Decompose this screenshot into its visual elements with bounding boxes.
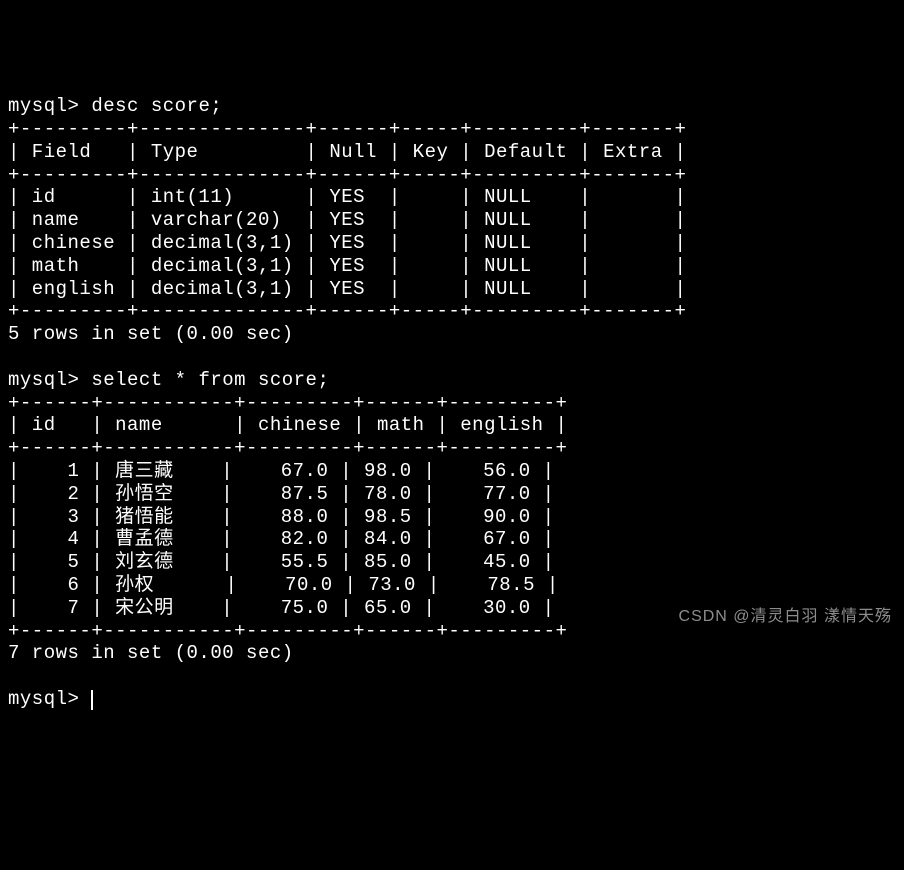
select-row: | 4 | 曹孟德 | 82.0 | 84.0 | 67.0 |	[8, 528, 554, 550]
mysql-prompt: mysql>	[8, 95, 79, 117]
select-header: | id | name | chinese | math | english |	[8, 414, 567, 436]
desc-row: | math | decimal(3,1) | YES | | NULL | |	[8, 255, 686, 277]
select-row: | 3 | 猪悟能 | 88.0 | 98.5 | 90.0 |	[8, 506, 554, 528]
desc-row: | english | decimal(3,1) | YES | | NULL …	[8, 278, 686, 300]
command-select: select * from score;	[91, 369, 329, 391]
mysql-prompt: mysql>	[8, 688, 79, 710]
select-border-bot: +------+-----------+---------+------+---…	[8, 620, 567, 642]
desc-row: | id | int(11) | YES | | NULL | |	[8, 186, 686, 208]
select-row: | 2 | 孙悟空 | 87.5 | 78.0 | 77.0 |	[8, 483, 554, 505]
select-summary: 7 rows in set (0.00 sec)	[8, 642, 294, 664]
desc-header: | Field | Type | Null | Key | Default | …	[8, 141, 686, 163]
desc-summary: 5 rows in set (0.00 sec)	[8, 323, 294, 345]
select-row: | 7 | 宋公明 | 75.0 | 65.0 | 30.0 |	[8, 597, 554, 619]
desc-border-mid: +---------+--------------+------+-----+-…	[8, 164, 686, 186]
desc-row: | name | varchar(20) | YES | | NULL | |	[8, 209, 686, 231]
cursor-icon[interactable]	[91, 690, 93, 710]
desc-border-top: +---------+--------------+------+-----+-…	[8, 118, 686, 140]
select-row: | 1 | 唐三藏 | 67.0 | 98.0 | 56.0 |	[8, 460, 554, 482]
select-row: | 5 | 刘玄德 | 55.5 | 85.0 | 45.0 |	[8, 551, 554, 573]
mysql-prompt: mysql>	[8, 369, 79, 391]
select-border-top: +------+-----------+---------+------+---…	[8, 392, 567, 414]
command-desc: desc score;	[91, 95, 222, 117]
watermark-text: CSDN @清灵白羽 漾情天殇	[679, 607, 892, 626]
select-row: | 6 | 孙权 | 70.0 | 73.0 | 78.5 |	[8, 574, 559, 596]
select-border-mid: +------+-----------+---------+------+---…	[8, 437, 567, 459]
desc-border-bot: +---------+--------------+------+-----+-…	[8, 300, 686, 322]
desc-row: | chinese | decimal(3,1) | YES | | NULL …	[8, 232, 686, 254]
